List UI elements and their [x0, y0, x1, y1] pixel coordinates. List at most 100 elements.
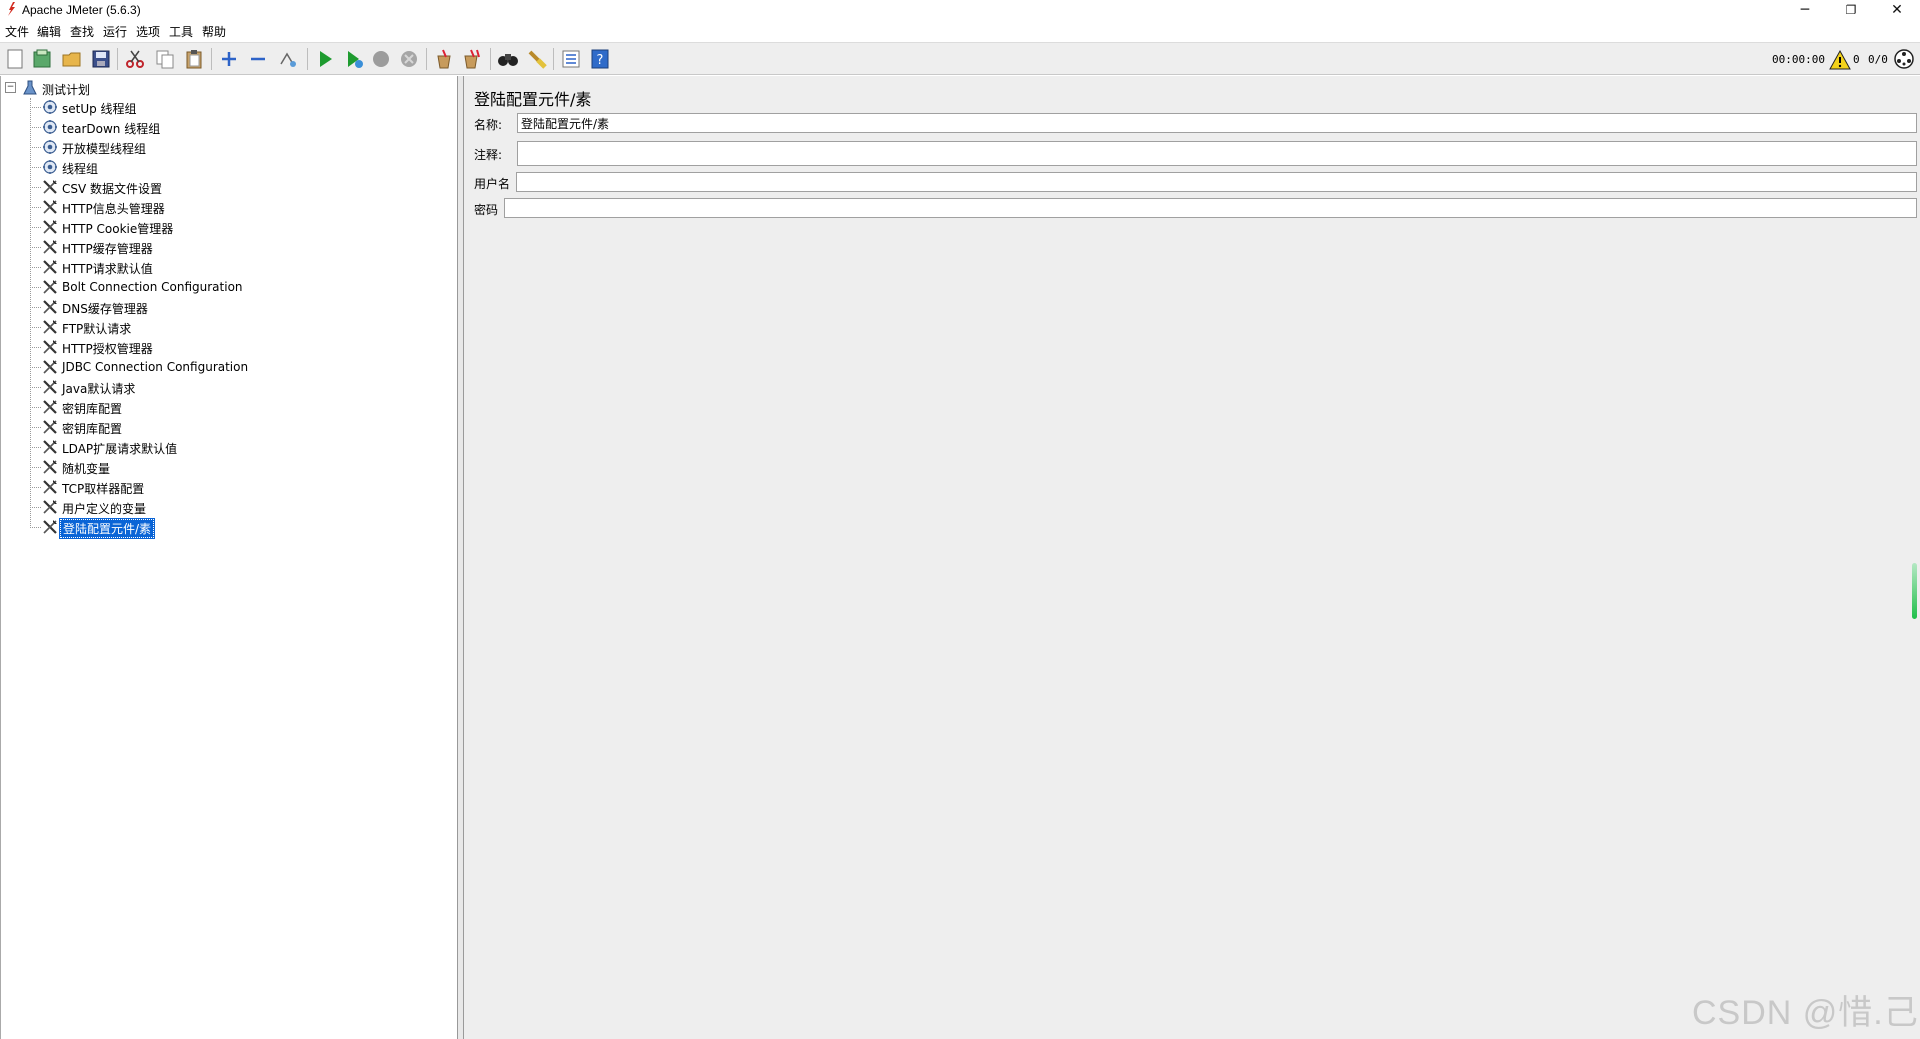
collapse-icon[interactable] [247, 48, 269, 70]
tree-item-label: Bolt Connection Configuration [62, 280, 243, 294]
tree-item-label: HTTP缓存管理器 [62, 242, 153, 256]
test-plan-icon [23, 80, 37, 95]
tree-connector [30, 247, 41, 248]
tree-connector [30, 487, 41, 488]
config-element-icon [43, 240, 57, 254]
tree-connector [30, 207, 41, 208]
menu-file[interactable]: 文件 [3, 23, 31, 40]
tree-connector [30, 98, 31, 528]
thread-group-icon [43, 140, 57, 154]
menu-edit[interactable]: 编辑 [35, 23, 63, 40]
tree-connector [30, 107, 41, 108]
menu-tools[interactable]: 工具 [167, 23, 195, 40]
menu-help[interactable]: 帮助 [200, 23, 228, 40]
help-icon[interactable]: ? [589, 48, 611, 70]
menu-run[interactable]: 运行 [101, 23, 129, 40]
config-element-icon [43, 320, 57, 334]
watermark: CSDN @惜.己 [1692, 994, 1919, 1032]
config-element-icon [43, 480, 57, 494]
tree-connector [30, 467, 41, 468]
error-count: 0 [1853, 53, 1860, 66]
config-element-icon [43, 220, 57, 234]
cut-icon[interactable] [124, 48, 146, 70]
config-element-icon [43, 280, 57, 294]
open-icon[interactable] [61, 48, 83, 70]
toolbar-separator [490, 48, 491, 70]
config-element-icon [43, 200, 57, 214]
tree-connector [30, 307, 41, 308]
tree-connector [30, 267, 41, 268]
tree-connector [30, 347, 41, 348]
tree-item-label: Java默认请求 [62, 382, 136, 396]
tree-connector [30, 387, 41, 388]
tree-connector [30, 407, 41, 408]
thread-group-icon [43, 100, 57, 114]
toolbar-separator [307, 48, 308, 70]
tree-connector [30, 127, 41, 128]
tree-root-label: 测试计划 [42, 83, 91, 97]
toolbar-separator [426, 48, 427, 70]
paste-icon[interactable] [183, 48, 205, 70]
tree-collapse-toggle[interactable]: − [5, 82, 16, 93]
tree-item-label: HTTP请求默认值 [62, 262, 153, 276]
username-label: 用户名 [474, 177, 511, 191]
warning-icon[interactable] [1829, 49, 1851, 70]
menu-search[interactable]: 查找 [68, 23, 96, 40]
comment-field[interactable] [517, 141, 1917, 166]
tree-connector [30, 287, 41, 288]
tree-connector [30, 527, 41, 528]
svg-text:?: ? [597, 53, 604, 68]
start-no-pause-icon[interactable] [343, 48, 365, 70]
search-icon[interactable] [497, 48, 519, 70]
config-element-icon [43, 300, 57, 314]
panel-title: 登陆配置元件/素 [474, 90, 592, 109]
password-label: 密码 [474, 203, 499, 217]
username-field[interactable] [516, 172, 1917, 192]
clear-icon[interactable] [433, 48, 455, 70]
config-element-icon [43, 180, 57, 194]
config-element-icon [43, 400, 57, 414]
config-element-icon [43, 520, 57, 534]
tree-connector [30, 167, 41, 168]
tree-item-label: 密钥库配置 [62, 402, 123, 416]
tree-item-label: HTTP授权管理器 [62, 342, 153, 356]
start-icon[interactable] [314, 48, 336, 70]
tree-connector [30, 187, 41, 188]
menu-bar: 文件 编辑 查找 运行 选项 工具 帮助 [0, 21, 1920, 41]
tree-item-label: tearDown 线程组 [62, 122, 161, 136]
config-element-icon [43, 340, 57, 354]
new-icon[interactable] [4, 48, 26, 70]
expand-icon[interactable] [218, 48, 240, 70]
tree-item-label: 随机变量 [62, 462, 111, 476]
thread-group-icon [43, 160, 57, 174]
tree-item-label: FTP默认请求 [62, 322, 132, 336]
maximize-button[interactable]: ❐ [1828, 0, 1874, 20]
shutdown-icon[interactable] [398, 48, 420, 70]
minimize-button[interactable]: ─ [1782, 0, 1828, 20]
tree-item-label: DNS缓存管理器 [62, 302, 148, 316]
reset-search-icon[interactable] [526, 48, 548, 70]
active-threads-count: 0/0 [1868, 53, 1888, 66]
config-element-icon [43, 260, 57, 274]
tree-connector [30, 447, 41, 448]
config-element-icon [43, 360, 57, 374]
tree-item-label: 线程组 [62, 162, 99, 176]
save-icon[interactable] [90, 48, 112, 70]
stop-icon[interactable] [370, 48, 392, 70]
close-button[interactable]: ✕ [1874, 0, 1920, 20]
clear-all-icon[interactable] [462, 48, 484, 70]
tree-item-label: LDAP扩展请求默认值 [62, 442, 178, 456]
tree-item-label: JDBC Connection Configuration [62, 360, 249, 374]
function-helper-icon[interactable] [560, 48, 582, 70]
menu-options[interactable]: 选项 [134, 23, 162, 40]
password-field[interactable] [504, 198, 1917, 218]
toolbar-separator [117, 48, 118, 70]
toggle-icon[interactable] [277, 48, 299, 70]
window-title: Apache JMeter (5.6.3) [22, 3, 141, 17]
thread-group-icon [43, 120, 57, 134]
templates-icon[interactable] [31, 48, 53, 70]
title-bar: Apache JMeter (5.6.3) ─ ❐ ✕ [0, 0, 1920, 20]
copy-icon[interactable] [154, 48, 176, 70]
name-field[interactable] [517, 113, 1917, 133]
config-element-icon [43, 380, 57, 394]
